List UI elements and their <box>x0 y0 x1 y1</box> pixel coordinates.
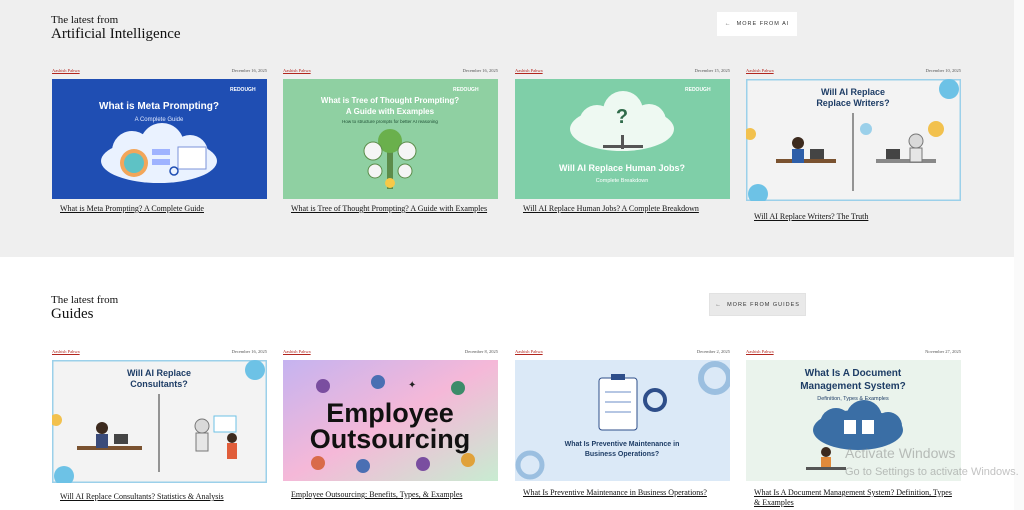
article-title-link[interactable]: Will AI Replace Writers? The Truth <box>754 212 954 222</box>
article-thumbnail[interactable]: ✦ Employee Outsourcing <box>283 360 498 481</box>
article-thumbnail[interactable]: What Is A Document Management System? De… <box>746 360 961 481</box>
author-link[interactable]: Aashish Pahwa <box>52 68 80 73</box>
article-card[interactable]: Aashish Pahwa December 15, 2025 REDOUGH ?… <box>515 67 730 213</box>
article-thumbnail[interactable]: What Is Preventive Maintenance in Busine… <box>515 360 730 481</box>
more-from-ai-label: MORE FROM AI <box>736 21 790 27</box>
article-title-link[interactable]: What is Tree of Thought Prompting? A Gui… <box>291 204 491 214</box>
article-title-link[interactable]: What Is A Document Management System? De… <box>754 488 954 508</box>
article-card[interactable]: Aashish Pahwa December 2, 2025 What Is Pr… <box>515 348 730 497</box>
post-date: December 16, 2025 <box>231 349 267 354</box>
thumb-title: What is Tree of Thought Prompting? <box>321 96 459 105</box>
more-from-guides-label: MORE FROM GUIDES <box>727 301 800 308</box>
post-date: December 2, 2025 <box>696 349 730 354</box>
thumb-title-line2: Consultants? <box>130 379 188 389</box>
author-link[interactable]: Aashish Pahwa <box>283 68 311 73</box>
article-thumbnail[interactable]: Will AI Replace Replace Writers? <box>746 79 961 201</box>
windows-activation-watermark: Activate Windows <box>845 445 956 461</box>
thumb-title-line2: Replace Writers? <box>816 98 889 108</box>
more-from-guides-button[interactable]: ← MORE FROM GUIDES <box>709 293 806 316</box>
post-date: December 10, 2025 <box>925 68 961 73</box>
article-title-link[interactable]: Employee Outsourcing: Benefits, Types, &… <box>291 490 491 500</box>
more-from-ai-button[interactable]: ← MORE FROM AI <box>717 12 797 36</box>
thumb-title-line2: Outsourcing <box>310 424 471 454</box>
arrow-left-icon: ← <box>715 301 723 308</box>
article-thumbnail[interactable]: REDOUGH What is Tree of Thought Promptin… <box>283 79 498 199</box>
thumb-title-line2: Management System? <box>800 381 906 392</box>
section-title: Guides <box>51 306 94 322</box>
article-card[interactable]: Aashish Pahwa December 16, 2025 REDOUGH W… <box>52 67 267 213</box>
author-link[interactable]: Aashish Pahwa <box>515 349 543 354</box>
thumb-subtitle: Complete Breakdown <box>596 178 649 184</box>
author-link[interactable]: Aashish Pahwa <box>746 349 774 354</box>
post-date: December 8, 2025 <box>464 349 498 354</box>
article-title-link[interactable]: Will AI Replace Consultants? Statistics … <box>60 492 260 502</box>
thumb-subtitle: Definition, Types & Examples <box>817 396 889 402</box>
thumb-title-line2: A Guide with Examples <box>346 107 435 116</box>
article-title-link[interactable]: Will AI Replace Human Jobs? A Complete B… <box>523 204 723 214</box>
thumb-title: Will AI Replace <box>127 368 191 378</box>
post-date: December 15, 2025 <box>694 68 730 73</box>
article-card[interactable]: Aashish Pahwa December 16, 2025 REDOUGH W… <box>283 67 498 213</box>
article-thumbnail[interactable]: Will AI Replace Consultants? <box>52 360 267 483</box>
svg-text:✦: ✦ <box>408 380 416 391</box>
article-card[interactable]: Aashish Pahwa December 8, 2025 ✦ Employee… <box>283 348 498 499</box>
thumb-title: What Is A Document <box>805 368 902 379</box>
section-title: Artificial Intelligence <box>51 26 181 42</box>
thumb-title-line2: Business Operations? <box>585 451 659 458</box>
article-title-link[interactable]: What is Meta Prompting? A Complete Guide <box>60 204 260 214</box>
guides-section-heading: The latest from Guides <box>51 294 118 323</box>
article-thumbnail[interactable]: REDOUGH What is Meta Prompting? A Comple… <box>52 79 267 199</box>
article-title-link[interactable]: What Is Preventive Maintenance in Busine… <box>523 488 723 498</box>
thumb-brand: REDOUGH <box>685 87 711 93</box>
thumb-subtitle: How to structure prompts for better AI r… <box>342 119 438 124</box>
author-link[interactable]: Aashish Pahwa <box>515 68 543 73</box>
thumb-subtitle: A Complete Guide <box>135 117 184 123</box>
author-link[interactable]: Aashish Pahwa <box>746 68 774 73</box>
arrow-left-icon: ← <box>724 21 732 27</box>
article-thumbnail[interactable]: REDOUGH ? Will AI Replace Human Jobs? Co… <box>515 79 730 199</box>
article-card[interactable]: Aashish Pahwa December 16, 2025 Will AI R… <box>52 348 267 501</box>
thumb-title: What Is Preventive Maintenance in <box>565 441 680 448</box>
thumb-brand: REDOUGH <box>230 87 256 93</box>
section-kicker: The latest from <box>51 294 119 306</box>
thumb-title: What is Meta Prompting? <box>99 101 219 112</box>
article-card[interactable]: Aashish Pahwa November 27, 2025 What Is A… <box>746 348 961 507</box>
post-date: December 16, 2025 <box>231 68 267 73</box>
author-link[interactable]: Aashish Pahwa <box>283 349 311 354</box>
svg-text:?: ? <box>616 106 628 128</box>
article-card[interactable]: Aashish Pahwa December 10, 2025 Will AI R… <box>746 67 961 221</box>
post-date: November 27, 2025 <box>925 349 961 354</box>
author-link[interactable]: Aashish Pahwa <box>52 349 80 354</box>
thumb-title: Will AI Replace <box>821 87 885 97</box>
scrollbar[interactable] <box>1014 0 1024 510</box>
windows-activation-hint: Go to Settings to activate Windows. <box>845 466 1019 478</box>
thumb-brand: REDOUGH <box>453 87 479 93</box>
thumb-title: Will AI Replace Human Jobs? <box>559 163 685 173</box>
ai-section-heading: The latest from Artificial Intelligence <box>51 14 181 43</box>
section-kicker: The latest from <box>51 14 119 26</box>
post-date: December 16, 2025 <box>462 68 498 73</box>
